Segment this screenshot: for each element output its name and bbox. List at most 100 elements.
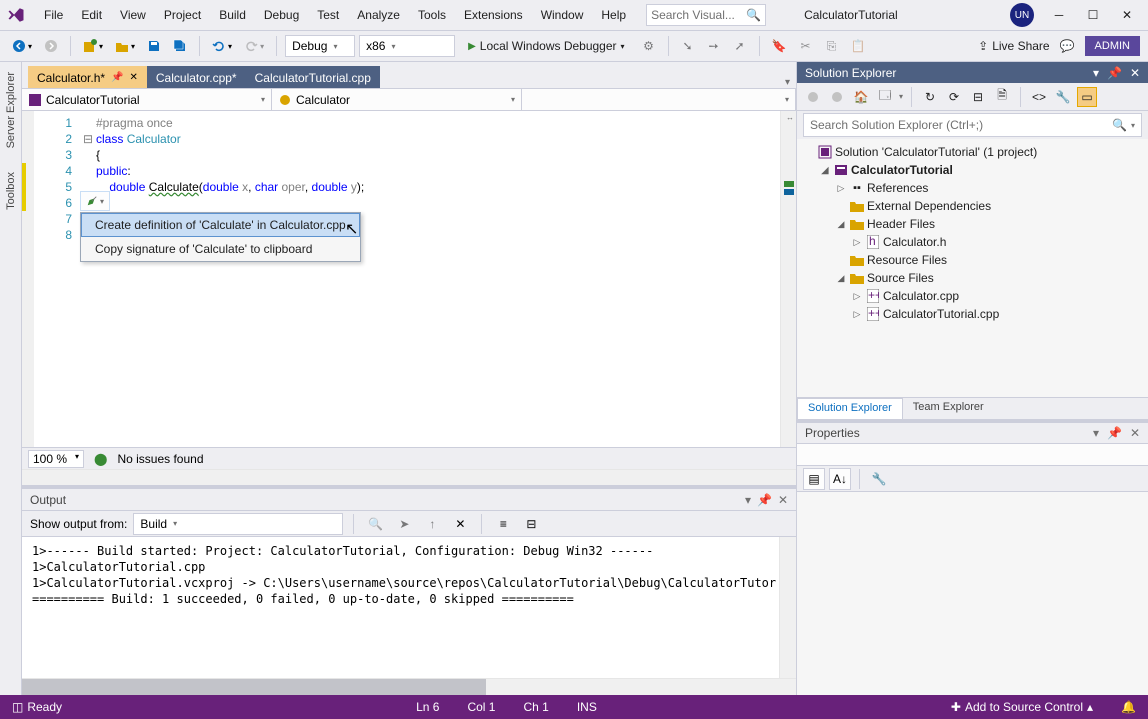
code-editor[interactable]: 12345678 ⊟ #pragma onceclass Calculator{… <box>22 111 796 447</box>
toolbox-tab[interactable]: Toolbox <box>5 166 17 216</box>
platform-selector[interactable]: x86▾ <box>359 35 455 57</box>
menu-window[interactable]: Window <box>533 4 592 26</box>
output-find-button[interactable]: 🔍 <box>364 513 387 535</box>
panel-close-icon[interactable]: ✕ <box>778 493 788 507</box>
start-debugging-button[interactable]: ▶Local Windows Debugger▾ <box>459 36 633 56</box>
header-files-node[interactable]: ◢Header Files <box>797 215 1148 233</box>
zoom-selector[interactable]: 100 %▾ <box>28 450 84 468</box>
menu-help[interactable]: Help <box>593 4 634 26</box>
switch-views-icon[interactable]: 🗔 <box>875 87 895 107</box>
alpha-sort-icon[interactable]: A↓ <box>829 468 851 490</box>
resource-files-node[interactable]: Resource Files <box>797 251 1148 269</box>
minimize-button[interactable]: ─ <box>1042 2 1076 28</box>
collapse-icon[interactable]: ⊟ <box>968 87 988 107</box>
collapse-icon[interactable]: ◢ <box>835 219 847 230</box>
categorize-icon[interactable]: ▤ <box>803 468 825 490</box>
debug-target-button[interactable]: ⚙ <box>638 35 660 57</box>
panel-pin-icon[interactable]: 📌 <box>1107 426 1122 440</box>
menu-view[interactable]: View <box>112 4 154 26</box>
nav-member-combo[interactable]: ▾ <box>522 89 796 110</box>
horizontal-scrollbar[interactable] <box>22 469 796 485</box>
output-scrollbar-v[interactable] <box>779 537 796 678</box>
output-scrollbar-h[interactable] <box>22 678 796 695</box>
outlining-margin[interactable]: ⊟ <box>82 111 94 447</box>
step-into-button[interactable]: ➘ <box>677 35 699 57</box>
project-node[interactable]: ◢CalculatorTutorial <box>797 161 1148 179</box>
tab-calculator-cpp[interactable]: Calculator.cpp* <box>147 66 246 88</box>
file-calculator-h[interactable]: ▷hCalculator.h <box>797 233 1148 251</box>
tab-team-explorer[interactable]: Team Explorer <box>903 398 994 419</box>
menu-extensions[interactable]: Extensions <box>456 4 531 26</box>
quick-launch-search[interactable]: Search Visual... 🔍 <box>646 4 766 26</box>
file-calculatortutorial-cpp[interactable]: ▷++CalculatorTutorial.cpp <box>797 305 1148 323</box>
menu-analyze[interactable]: Analyze <box>349 4 408 26</box>
properties-selector[interactable] <box>797 444 1148 466</box>
nav-project-combo[interactable]: CalculatorTutorial▾ <box>22 89 272 110</box>
quick-actions-lightbulb[interactable]: ▾ <box>80 191 110 211</box>
collapse-icon[interactable]: ◢ <box>835 273 847 284</box>
live-share-button[interactable]: ⇪Live Share <box>978 39 1049 53</box>
solution-explorer-search[interactable]: Search Solution Explorer (Ctrl+;) 🔍 ▾ <box>803 113 1142 137</box>
file-calculator-cpp[interactable]: ▷++Calculator.cpp <box>797 287 1148 305</box>
pin-icon[interactable]: 📌 <box>111 72 123 83</box>
redo-button[interactable]: ▾ <box>240 35 268 57</box>
references-node[interactable]: ▷▪▪References <box>797 179 1148 197</box>
scroll-overview[interactable]: ↔ <box>780 111 796 447</box>
menu-test[interactable]: Test <box>309 4 347 26</box>
save-button[interactable] <box>143 35 165 57</box>
user-avatar[interactable]: UN <box>1010 3 1034 27</box>
collapse-icon[interactable]: ◢ <box>819 165 831 176</box>
back-button[interactable]: ▾ <box>8 35 36 57</box>
output-source-selector[interactable]: Build▾ <box>133 513 343 535</box>
back-icon[interactable] <box>803 87 823 107</box>
preview-icon[interactable]: ▭ <box>1077 87 1097 107</box>
notifications-icon[interactable]: 🔔 <box>1121 700 1136 714</box>
refresh-icon[interactable]: ⟳ <box>944 87 964 107</box>
property-pages-icon[interactable]: 🔧 <box>868 468 890 490</box>
expand-icon[interactable]: ▷ <box>851 309 863 320</box>
output-clear-button[interactable]: ✕ <box>449 513 471 535</box>
solution-node[interactable]: Solution 'CalculatorTutorial' (1 project… <box>797 143 1148 161</box>
tabs-overflow-icon[interactable]: ▾ <box>785 77 796 88</box>
panel-pin-icon[interactable]: 📌 <box>757 493 772 507</box>
panel-pin-icon[interactable]: 📌 <box>1107 66 1122 80</box>
expand-icon[interactable]: ▷ <box>851 237 863 248</box>
menu-copy-signature[interactable]: Copy signature of 'Calculate' to clipboa… <box>81 237 360 261</box>
close-button[interactable]: ✕ <box>1110 2 1144 28</box>
cut-button[interactable]: ✂ <box>795 35 817 57</box>
output-wordwrap-button[interactable]: ≡ <box>492 513 514 535</box>
properties-icon[interactable]: 🔧 <box>1053 87 1073 107</box>
save-all-button[interactable] <box>169 35 191 57</box>
menu-tools[interactable]: Tools <box>410 4 454 26</box>
tab-calculator-h[interactable]: Calculator.h*📌✕ <box>28 66 147 88</box>
menu-project[interactable]: Project <box>156 4 209 26</box>
output-prev-button[interactable]: ↑ <box>421 513 443 535</box>
external-deps-node[interactable]: External Dependencies <box>797 197 1148 215</box>
panel-dropdown-icon[interactable]: ▾ <box>1093 66 1099 80</box>
paste-button[interactable]: 📋 <box>847 35 870 57</box>
panel-dropdown-icon[interactable]: ▾ <box>745 493 751 507</box>
maximize-button[interactable]: ☐ <box>1076 2 1110 28</box>
menu-debug[interactable]: Debug <box>256 4 307 26</box>
code-area[interactable]: #pragma onceclass Calculator{public: dou… <box>94 111 780 447</box>
server-explorer-tab[interactable]: Server Explorer <box>5 66 17 154</box>
home-icon[interactable]: 🏠 <box>851 87 871 107</box>
panel-close-icon[interactable]: ✕ <box>1130 66 1140 80</box>
forward-button[interactable] <box>40 35 62 57</box>
nav-class-combo[interactable]: Calculator▾ <box>272 89 522 110</box>
add-source-control-button[interactable]: ✚Add to Source Control▴ <box>951 700 1093 714</box>
output-text[interactable]: 1>------ Build started: Project: Calcula… <box>22 537 779 678</box>
menu-file[interactable]: File <box>36 4 71 26</box>
solution-tree[interactable]: Solution 'CalculatorTutorial' (1 project… <box>797 139 1148 397</box>
step-out-button[interactable]: ➚ <box>729 35 751 57</box>
forward-icon[interactable] <box>827 87 847 107</box>
expand-icon[interactable]: ▷ <box>851 291 863 302</box>
sync-icon[interactable]: ↻ <box>920 87 940 107</box>
tab-solution-explorer[interactable]: Solution Explorer <box>797 398 903 419</box>
show-all-files-icon[interactable]: 🗎 <box>992 87 1012 107</box>
output-toggle-button[interactable]: ⊟ <box>520 513 542 535</box>
expand-icon[interactable]: ▷ <box>835 183 847 194</box>
new-project-button[interactable]: ▾ <box>79 35 107 57</box>
undo-button[interactable]: ▾ <box>208 35 236 57</box>
tab-calculatortutorial-cpp[interactable]: CalculatorTutorial.cpp <box>246 66 380 88</box>
